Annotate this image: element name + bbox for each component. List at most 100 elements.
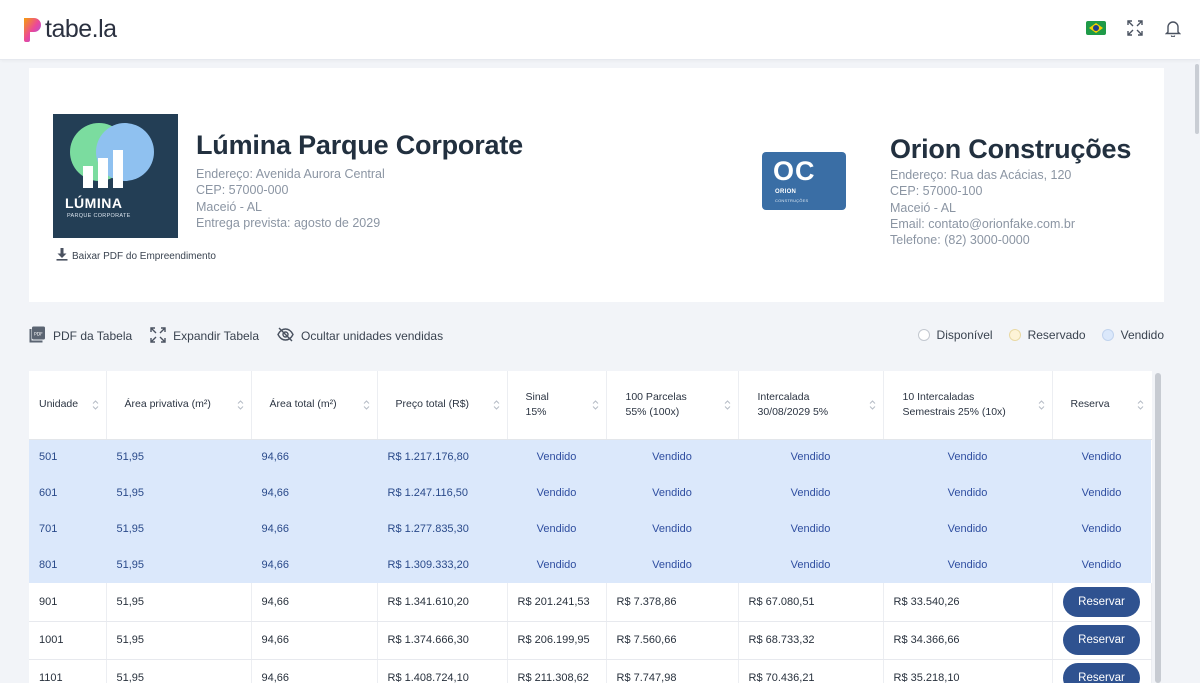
cell-total-area: 94,66 <box>251 439 377 475</box>
constructor-logo-sub: CONSTRUÇÕES <box>775 198 809 203</box>
cell-parcel: R$ 7.378,86 <box>606 583 739 622</box>
pdf-table-button[interactable]: PDF PDF da Tabela <box>29 326 132 346</box>
table-row[interactable]: 901 51,95 94,66 R$ 1.341.610,20 R$ 201.2… <box>29 583 1152 622</box>
cell-price: R$ 1.408.724,10 <box>377 659 508 683</box>
cell-status: Vendido <box>738 475 883 511</box>
cell-private-area: 51,95 <box>106 659 252 683</box>
cell-private-area: 51,95 <box>106 511 251 547</box>
cell-status: Vendido <box>507 439 606 475</box>
col-header-parcels[interactable]: 100 Parcelas 55% (100x) <box>606 371 739 440</box>
col-header-private-area[interactable]: Área privativa (m²) <box>106 371 252 440</box>
cell-status: Vendido <box>1052 475 1151 511</box>
cell-private-area: 51,95 <box>106 547 251 583</box>
table-row[interactable]: 801 51,95 94,66 R$ 1.309.333,20 Vendido … <box>29 547 1151 583</box>
sort-icon <box>1038 400 1044 410</box>
col-header-intercalada[interactable]: Intercalada 30/08/2029 5% <box>738 371 884 440</box>
cell-semiannual: R$ 33.540,26 <box>883 583 1053 622</box>
status-legend: Disponível Reservado Vendido <box>917 328 1164 342</box>
project-title: Lúmina Parque Corporate <box>196 130 523 160</box>
cell-status: Vendido <box>883 475 1052 511</box>
sort-icon <box>724 400 730 410</box>
legend-available: Disponível <box>917 328 993 342</box>
constructor-city: Maceió - AL <box>890 200 957 215</box>
download-project-pdf-label: Baixar PDF do Empreendimento <box>72 250 216 262</box>
cell-status: Vendido <box>1052 511 1151 547</box>
download-icon <box>56 248 68 264</box>
tabela-logo-icon <box>22 16 42 44</box>
col-header-reserve[interactable]: Reserva <box>1052 371 1151 440</box>
cell-status: Vendido <box>738 511 883 547</box>
table-row[interactable]: 1101 51,95 94,66 R$ 1.408.724,10 R$ 211.… <box>29 659 1152 683</box>
cell-status: Vendido <box>507 475 606 511</box>
reserved-dot-icon <box>1008 329 1021 341</box>
table-row[interactable]: 501 51,95 94,66 R$ 1.217.176,80 Vendido … <box>29 439 1151 475</box>
cell-price: R$ 1.217.176,80 <box>377 439 507 475</box>
app-logo-text: tabe.la <box>45 15 117 43</box>
cell-status: Vendido <box>507 511 606 547</box>
cell-unit: 901 <box>29 583 107 622</box>
cell-status: Vendido <box>883 511 1052 547</box>
constructor-email: Email: contato@orionfake.com.br <box>890 216 1075 231</box>
app-logo[interactable]: tabe.la <box>22 15 117 44</box>
table-row[interactable]: 601 51,95 94,66 R$ 1.247.116,50 Vendido … <box>29 475 1151 511</box>
cell-price: R$ 1.277.835,30 <box>377 511 507 547</box>
cell-total-area: 94,66 <box>251 583 378 622</box>
table-row[interactable]: 1001 51,95 94,66 R$ 1.374.666,30 R$ 206.… <box>29 621 1152 660</box>
units-table-container: Unidade Área privativa (m²) Área total (… <box>29 371 1152 683</box>
cell-status: Vendido <box>738 439 883 475</box>
col-header-semiannual[interactable]: 10 Intercaladas Semestrais 25% (10x) <box>883 371 1053 440</box>
cell-status: Vendido <box>606 439 738 475</box>
cell-total-area: 94,66 <box>251 547 377 583</box>
brazil-flag-icon[interactable] <box>1086 21 1106 35</box>
cell-unit: 801 <box>29 547 106 583</box>
col-header-signal[interactable]: Sinal 15% <box>507 371 607 440</box>
cell-intercalada: R$ 70.436,21 <box>738 659 884 683</box>
expand-table-button[interactable]: Expandir Tabela <box>150 326 259 346</box>
constructor-logo-name: ORION <box>775 189 797 195</box>
project-cep: CEP: 57000-000 <box>196 183 289 198</box>
hide-sold-toggle[interactable]: Ocultar unidades vendidas <box>277 327 443 345</box>
cell-signal: R$ 206.199,95 <box>507 621 607 660</box>
constructor-phone: Telefone: (82) 3000-0000 <box>890 233 1030 248</box>
cell-total-area: 94,66 <box>251 621 378 660</box>
constructor-title: Orion Construções <box>890 134 1132 164</box>
constructor-address: Endereço: Rua das Acácias, 120 <box>890 168 1072 182</box>
cell-price: R$ 1.247.116,50 <box>377 475 507 511</box>
constructor-cep: CEP: 57000-100 <box>890 184 983 199</box>
cell-status: Vendido <box>606 511 738 547</box>
cell-status: Vendido <box>507 547 606 583</box>
cell-signal: R$ 201.241,53 <box>507 583 607 622</box>
cell-status: Vendido <box>1052 439 1151 475</box>
table-toolbar: PDF PDF da Tabela Expandir Tabela Oculta… <box>29 326 443 346</box>
cell-price: R$ 1.309.333,20 <box>377 547 507 583</box>
reserve-button[interactable]: Reservar <box>1063 586 1140 617</box>
download-project-pdf-link[interactable]: Baixar PDF do Empreendimento <box>56 248 216 264</box>
sort-icon <box>869 400 875 410</box>
cell-unit: 601 <box>29 475 106 511</box>
constructor-info: Endereço: Rua das Acácias, 120 CEP: 5700… <box>890 167 1075 248</box>
bell-icon[interactable] <box>1164 19 1182 37</box>
cell-parcel: R$ 7.747,98 <box>606 659 739 683</box>
constructor-logo: OC ORION CONSTRUÇÕES <box>762 152 846 210</box>
reserve-button[interactable]: Reservar <box>1063 663 1140 683</box>
col-header-total-area[interactable]: Área total (m²) <box>251 371 378 440</box>
cell-status: Vendido <box>738 547 883 583</box>
project-city: Maceió - AL <box>196 199 263 214</box>
cell-total-area: 94,66 <box>251 511 377 547</box>
col-header-unit[interactable]: Unidade <box>29 371 107 440</box>
reserve-button[interactable]: Reservar <box>1063 625 1140 655</box>
table-header-row: Unidade Área privativa (m²) Área total (… <box>29 371 1151 440</box>
page-scrollbar[interactable] <box>1194 60 1200 683</box>
cell-private-area: 51,95 <box>106 475 251 511</box>
hide-sold-label: Ocultar unidades vendidas <box>301 329 444 343</box>
legend-reserved-label: Reservado <box>1027 328 1086 342</box>
cell-intercalada: R$ 67.080,51 <box>738 583 884 622</box>
cell-status: Vendido <box>606 547 738 583</box>
table-scrollbar[interactable] <box>1155 373 1161 683</box>
cell-price: R$ 1.374.666,30 <box>377 621 508 660</box>
col-header-total-price[interactable]: Preço total (R$) <box>377 371 508 440</box>
sold-dot-icon <box>1101 329 1114 341</box>
cell-semiannual: R$ 35.218,10 <box>883 659 1053 683</box>
table-row[interactable]: 701 51,95 94,66 R$ 1.277.835,30 Vendido … <box>29 511 1151 547</box>
fullscreen-icon[interactable] <box>1126 19 1144 37</box>
